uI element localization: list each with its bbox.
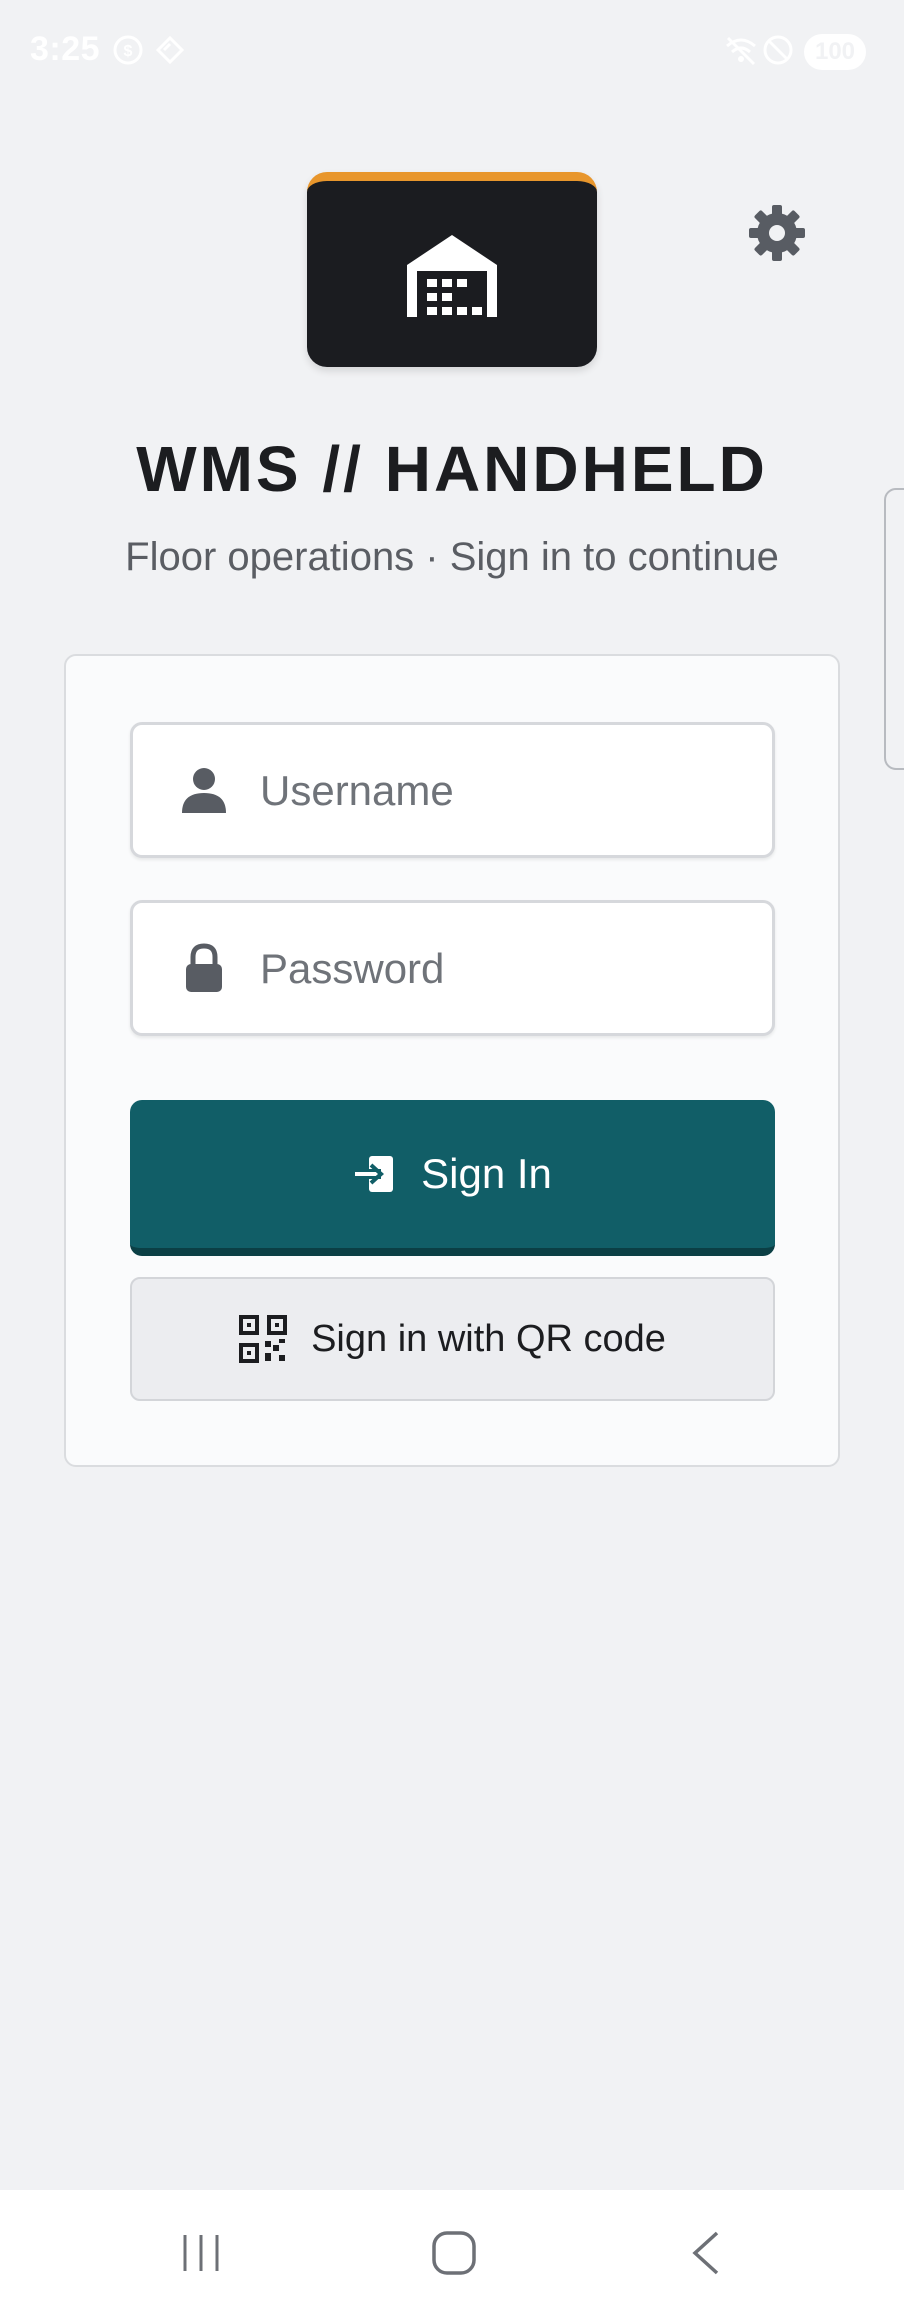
app-logo (307, 172, 597, 367)
currency-icon: $ (112, 34, 144, 71)
battery-icon: 100 (804, 34, 866, 70)
back-icon (692, 2231, 719, 2275)
svg-text:$: $ (124, 43, 133, 60)
back-button[interactable] (666, 2220, 746, 2286)
qr-sign-in-button[interactable]: Sign in with QR code (130, 1277, 775, 1401)
status-bar: 3:25 $ 100 (0, 0, 904, 104)
recent-apps-button[interactable] (161, 2220, 241, 2286)
qr-sign-in-label: Sign in with QR code (311, 1317, 666, 1360)
password-field[interactable]: Password (130, 900, 775, 1036)
user-icon (182, 768, 226, 813)
status-time: 3:25 (30, 30, 101, 68)
recent-apps-icon (183, 2235, 219, 2271)
warehouse-icon (407, 235, 497, 317)
sign-in-icon (355, 1156, 394, 1192)
home-button[interactable] (414, 2220, 494, 2286)
do-not-disturb-icon (762, 34, 794, 71)
side-panel-handle[interactable] (884, 488, 904, 770)
password-placeholder: Password (260, 945, 445, 992)
settings-button[interactable] (744, 200, 810, 266)
tag-icon (154, 34, 186, 71)
gear-icon (749, 205, 805, 261)
page-subtitle: Floor operations · Sign in to continue (125, 535, 779, 579)
login-card: Username Password Sign In Sign in with Q… (64, 654, 840, 1467)
wifi-off-icon (724, 34, 758, 71)
home-icon (432, 2231, 476, 2275)
sign-in-button[interactable]: Sign In (130, 1100, 775, 1256)
sign-in-label: Sign In (421, 1150, 552, 1197)
page-title: WMS // HANDHELD (136, 433, 768, 505)
username-field[interactable]: Username (130, 722, 775, 858)
lock-icon (186, 943, 222, 992)
system-nav-bar (0, 2190, 904, 2316)
qr-code-icon (239, 1315, 288, 1363)
username-placeholder: Username (260, 767, 454, 814)
